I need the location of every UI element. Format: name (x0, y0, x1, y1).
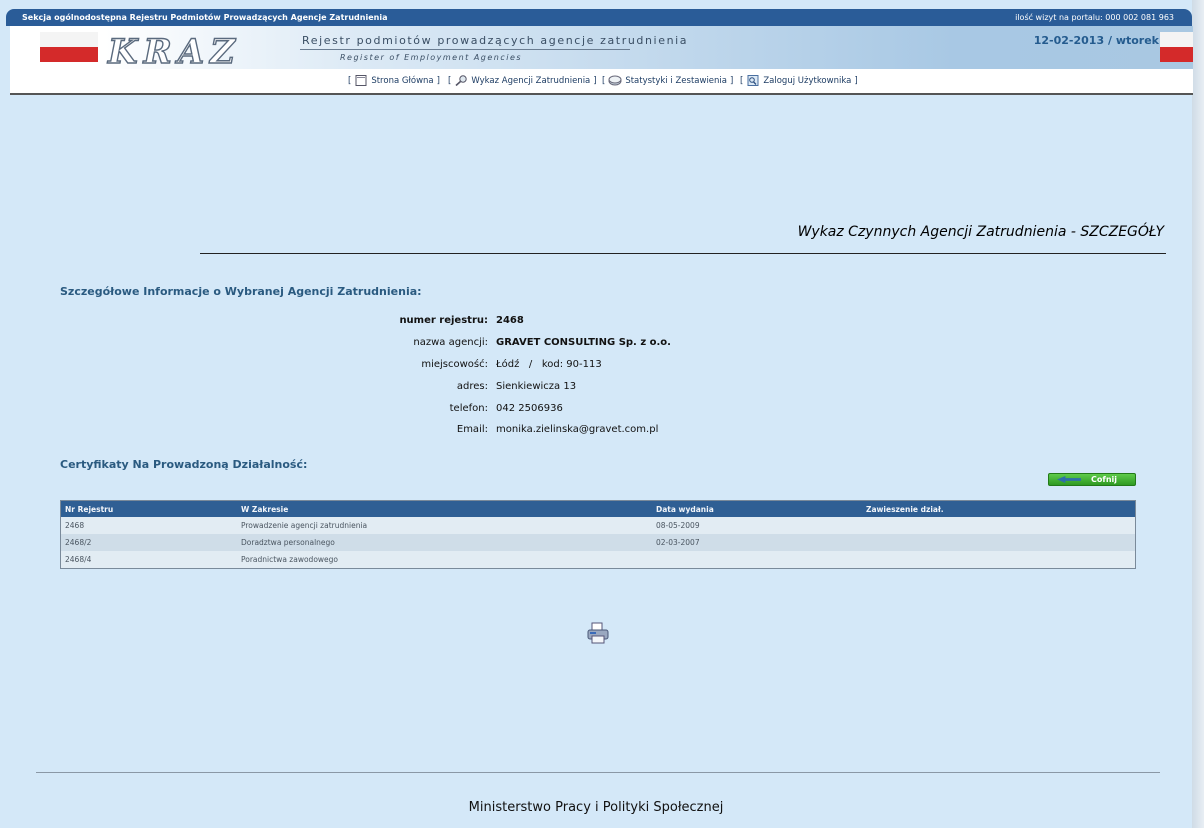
city-value: Łódź / kod: 90-113 (496, 359, 602, 370)
certificates-table: Nr Rejestru W Zakresie Data wydania Zawi… (60, 500, 1136, 569)
nav-login[interactable]: [ Zaloguj Użytkownika ] (740, 75, 858, 86)
arrow-left-icon (1057, 476, 1081, 483)
portal-header: KRAZ Rejestr podmiotów prowadzących agen… (10, 26, 1193, 73)
col-suspension: Zawieszenie dział. (862, 500, 1136, 517)
name-row: nazwa agencji: GRAVET CONSULTING Sp. z o… (300, 337, 900, 353)
disk-icon (608, 75, 622, 86)
email-label: Email: (456, 424, 488, 435)
phone-value: 042 2506936 (496, 403, 563, 414)
table-row: 2468/4 Poradnictwa zawodowego (60, 551, 1136, 569)
registry-label: numer rejestru: (399, 315, 488, 326)
section-caption: Sekcja ogólnodostępna Rejestru Podmiotów… (22, 13, 388, 22)
details-heading: Szczegółowe Informacje o Wybranej Agencj… (60, 285, 422, 298)
city-label: miejscowość: (421, 359, 488, 370)
table-row: 2468/2 Doradztwa personalnego 02-03-2007 (60, 534, 1136, 551)
address-value: Sienkiewicza 13 (496, 381, 577, 392)
current-date: 12-02-2013 / wtorek (1033, 34, 1159, 47)
col-scope: W Zakresie (237, 500, 652, 517)
nav-agency-list[interactable]: [ Wykaz Agencji Zatrudnienia ] (448, 75, 597, 86)
magnifier-icon (455, 75, 468, 86)
phone-row: telefon: 042 2506936 (300, 403, 900, 419)
registry-value: 2468 (496, 315, 524, 326)
email-value: monika.zielinska@gravet.com.pl (496, 424, 659, 435)
subtitle-divider (300, 49, 630, 50)
address-row: adres: Sienkiewicza 13 (300, 381, 900, 397)
phone-label: telefon: (449, 403, 488, 414)
city-row: miejscowość: Łódź / kod: 90-113 (300, 359, 900, 375)
title-divider (200, 253, 1166, 254)
window-edge (1192, 0, 1204, 828)
footer-divider (36, 772, 1160, 773)
top-status-bar: Sekcja ogólnodostępna Rejestru Podmiotów… (6, 9, 1192, 26)
page-title: Wykaz Czynnych Agencji Zatrudnienia - SZ… (797, 224, 1164, 240)
name-value: GRAVET CONSULTING Sp. z o.o. (496, 337, 671, 348)
poland-flag-icon-right (1160, 32, 1193, 62)
footer-ministry: Ministerstwo Pracy i Polityki Społecznej (468, 800, 724, 815)
main-navigation: [ Strona Główna ] [ Wykaz Agencji Zatrud… (10, 69, 1193, 95)
nav-statistics[interactable]: [ Statystyki i Zestawienia ] (602, 75, 733, 86)
address-label: adres: (456, 381, 488, 392)
nav-home[interactable]: [ Strona Główna ] (348, 75, 440, 86)
printer-icon[interactable] (586, 621, 610, 645)
kraz-logo: KRAZ (107, 31, 242, 72)
table-header-row: Nr Rejestru W Zakresie Data wydania Zawi… (60, 500, 1136, 517)
page-icon (355, 75, 367, 86)
poland-flag-icon (40, 32, 98, 62)
col-registry: Nr Rejestru (60, 500, 237, 517)
visit-counter: ilość wizyt na portalu: 000 002 081 963 (1015, 13, 1174, 22)
registry-row: numer rejestru: 2468 (300, 315, 900, 331)
col-issue-date: Data wydania (652, 500, 862, 517)
subtitle-pl: Rejestr podmiotów prowadzących agencje z… (302, 34, 689, 47)
subtitle-en: Register of Employment Agencies (340, 53, 523, 62)
certs-heading: Certyfikaty Na Prowadzoną Działalność: (60, 458, 308, 471)
login-icon (747, 75, 759, 86)
name-label: nazwa agencji: (413, 337, 488, 348)
table-row: 2468 Prowadzenie agencji zatrudnienia 08… (60, 517, 1136, 534)
back-button[interactable]: Cofnij (1048, 473, 1136, 486)
email-row: Email: monika.zielinska@gravet.com.pl (300, 424, 900, 440)
